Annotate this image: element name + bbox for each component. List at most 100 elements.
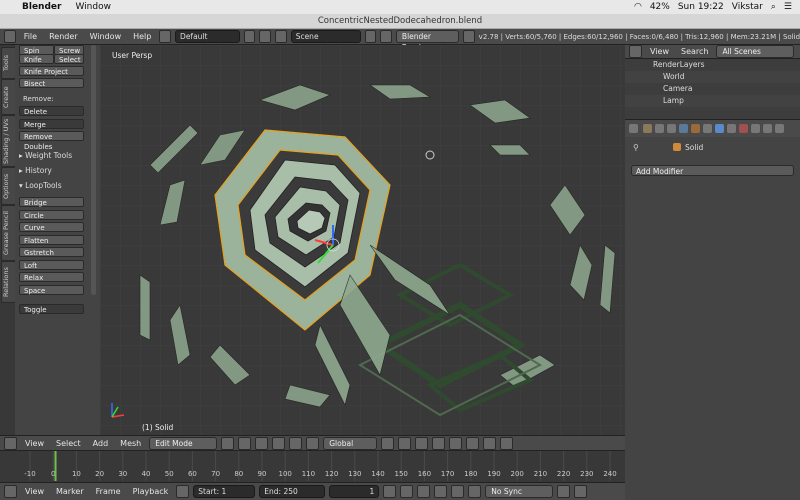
scene-tab-icon[interactable] [667,124,676,133]
layout-close-icon[interactable] [259,30,271,43]
play-icon[interactable] [434,485,448,498]
menu-window[interactable]: Window [86,32,126,41]
current-frame-marker[interactable] [54,451,57,481]
translate-icon[interactable] [272,436,286,450]
looptools-relax-button[interactable]: Relax [19,272,84,282]
menu-view[interactable]: View [21,487,48,496]
preview-range-icon[interactable] [176,485,190,498]
user-name[interactable]: Vikstar [732,2,763,12]
looptools-gstretch-button[interactable]: Gstretch [19,247,84,257]
layers-tab-icon[interactable] [655,124,664,133]
next-keyframe-icon[interactable] [451,485,465,498]
mode-dropdown[interactable]: Edit Mode [149,436,218,450]
scene-icon[interactable] [275,30,287,43]
menu-add[interactable]: Add [89,439,113,448]
constraints-tab-icon[interactable] [703,124,712,133]
clock[interactable]: Sun 19:22 [678,2,724,12]
toggle-dropdown[interactable]: Toggle [19,304,84,314]
timeline[interactable]: -10 0 10 20 30 40 50 60 70 80 90 100 110 120 130 140 150… [0,450,625,483]
physics-tab-icon[interactable] [775,124,784,133]
start-frame-field[interactable]: Start: 1 [193,485,256,498]
menu-view[interactable]: View [21,439,48,448]
shading-icon[interactable] [221,436,235,450]
layout-add-icon[interactable] [243,30,256,43]
looptools-space-button[interactable]: Space [19,284,84,295]
editor-type-icon[interactable] [629,45,642,58]
proportional-icon[interactable] [449,436,463,450]
vertex-select-icon[interactable] [381,436,395,450]
outliner-row-renderlayers[interactable]: RenderLayers [625,59,800,71]
scenes-dropdown[interactable]: All Scenes [716,45,795,58]
snap-icon[interactable] [466,436,480,450]
menu-icon[interactable]: ☰ [784,2,792,12]
rotate-icon[interactable] [289,436,303,450]
looptools-flatten-button[interactable]: Flatten [19,234,84,245]
editor-type-icon[interactable] [4,30,16,43]
object-tab-icon[interactable] [691,124,700,133]
knife-project-button[interactable]: Knife Project [19,66,84,76]
menu-playback[interactable]: Playback [129,487,173,496]
layout-icon[interactable] [159,30,172,43]
menu-mesh[interactable]: Mesh [116,439,145,448]
pivot-icon[interactable] [238,436,252,450]
3d-viewport[interactable]: User Persp (1) Solid [100,45,625,435]
looptools-bridge-button[interactable]: Bridge [19,197,84,207]
keying-set-icon[interactable] [574,485,588,498]
menu-frame[interactable]: Frame [92,487,125,496]
edge-select-icon[interactable] [398,436,412,450]
jump-start-icon[interactable] [383,485,397,498]
looptools-curve-button[interactable]: Curve [19,222,84,232]
outliner-row-lamp[interactable]: Lamp [625,95,800,107]
render-preview-icon[interactable] [500,436,514,450]
end-frame-field[interactable]: End: 250 [259,485,326,498]
weight-tools-panel[interactable]: ▸ Weight Tools [19,151,72,160]
material-tab-icon[interactable] [739,124,748,133]
remove-doubles-button[interactable]: Remove Doubles [19,131,84,151]
outliner-row-world[interactable]: World [625,71,800,83]
battery-text[interactable]: 42% [650,2,670,12]
looptools-circle-button[interactable]: Circle [19,209,84,220]
add-modifier-dropdown[interactable]: Add Modifier [631,165,794,176]
menu-marker[interactable]: Marker [52,487,88,496]
wifi-icon[interactable]: ◠ [634,2,642,12]
outliner-row-camera[interactable]: Camera [625,83,800,95]
world-tab-icon[interactable] [679,124,688,133]
knife-button[interactable]: Knife [19,54,54,64]
jump-end-icon[interactable] [468,485,482,498]
texture-tab-icon[interactable] [751,124,760,133]
history-panel[interactable]: ▸ History [19,166,52,175]
orientation-dropdown[interactable]: Global [323,436,378,450]
menu-help[interactable]: Help [129,32,155,41]
tab-create[interactable]: Create [1,79,16,115]
play-reverse-icon[interactable] [417,485,431,498]
scene-field[interactable]: Scene [290,30,361,43]
app-menu[interactable]: Blender [22,2,61,12]
bisect-button[interactable]: Bisect [19,78,84,88]
layout-field[interactable]: Default [175,30,240,43]
editor-type-icon[interactable] [4,485,17,498]
scale-icon[interactable] [306,436,320,450]
tab-grease-pencil[interactable]: Grease Pencil [1,205,16,261]
delete-dropdown[interactable]: Delete [19,106,84,116]
scene-close-icon[interactable] [380,30,392,43]
tab-relations[interactable]: Relations [1,261,16,303]
select-button[interactable]: Select [54,54,84,64]
manipulator-icon[interactable] [255,436,269,450]
particles-tab-icon[interactable] [763,124,772,133]
pin-icon[interactable]: ⚲ [633,143,639,152]
menu-search[interactable]: Search [677,47,712,56]
current-frame-field[interactable]: 1 [329,485,380,498]
render-engine-dropdown[interactable]: Blender Render [395,30,459,52]
tab-shading-uvs[interactable]: Shading / UVs [1,115,16,167]
search-icon[interactable]: ⌕ [771,2,776,12]
occlude-icon[interactable] [432,436,446,450]
tool-scrollbar[interactable] [91,45,96,295]
menu-file[interactable]: File [20,32,41,41]
modifiers-tab-icon[interactable] [715,124,724,133]
snap-target-icon[interactable] [483,436,497,450]
menu-view[interactable]: View [646,47,673,56]
scene-add-icon[interactable] [364,30,377,43]
menu-render[interactable]: Render [45,32,81,41]
tab-tools[interactable]: Tools [1,47,16,79]
record-icon[interactable] [557,485,571,498]
